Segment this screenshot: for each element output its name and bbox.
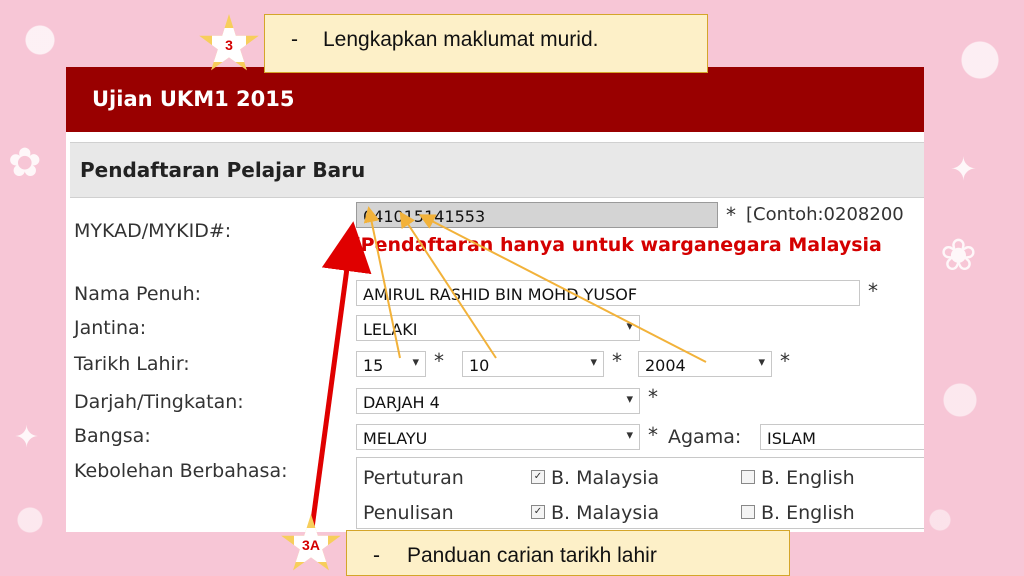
step-3-text: Lengkapkan maklumat murid. <box>323 28 599 51</box>
year-required-marker: * <box>780 349 790 373</box>
step-3-dash: - <box>291 28 298 51</box>
step-3-badge-label: 3 <box>212 28 246 62</box>
registration-window: Ujian UKM1 2015 Pendaftaran Pelajar Baru… <box>66 67 924 532</box>
step-3-callout: - Lengkapkan maklumat murid. <box>264 14 708 73</box>
bangsa-label: Bangsa: <box>74 425 151 447</box>
citizenship-warning: [Pendaftaran hanya untuk warganegara Mal… <box>352 234 882 256</box>
mykad-input[interactable]: 041015141553 <box>356 202 718 228</box>
step-3a-text: Panduan carian tarikh lahir <box>407 544 657 567</box>
section-title: Pendaftaran Pelajar Baru <box>80 158 366 182</box>
jantina-select[interactable]: LELAKI <box>356 315 640 341</box>
month-select[interactable]: 10 <box>462 351 604 377</box>
darjah-required-marker: * <box>648 385 658 409</box>
jantina-label: Jantina: <box>74 317 147 339</box>
pertuturan-malay-label: B. Malaysia <box>551 467 660 489</box>
nama-required-marker: * <box>868 279 878 303</box>
nama-input[interactable]: AMIRUL RASHID BIN MOHD YUSOF <box>356 280 860 306</box>
mykad-required-marker: * <box>726 203 736 227</box>
step-3a-badge-label: 3A <box>294 528 328 562</box>
day-select[interactable]: 15 <box>356 351 426 377</box>
penulisan-malay-checkbox[interactable]: ✓ <box>531 505 545 519</box>
nama-label: Nama Penuh: <box>74 283 202 305</box>
flower-decoration-icon: ✿ <box>8 140 42 186</box>
app-header: Ujian UKM1 2015 <box>66 67 924 132</box>
pertuturan-english-label: B. English <box>761 467 855 489</box>
flower-decoration-icon: ❀ <box>940 230 977 281</box>
star-decoration-icon: ✦ <box>950 150 977 188</box>
mykad-example-hint: [Contoh:0208200 <box>746 204 904 225</box>
agama-input[interactable]: ISLAM <box>760 424 924 450</box>
tarikh-label: Tarikh Lahir: <box>74 353 190 375</box>
bangsa-required-marker: * <box>648 423 658 447</box>
darjah-label: Darjah/Tingkatan: <box>74 391 244 413</box>
month-required-marker: * <box>612 349 622 373</box>
penulisan-english-label: B. English <box>761 502 855 524</box>
mykad-label: MYKAD/MYKID#: <box>74 220 232 242</box>
bahasa-label: Kebolehan Berbahasa: <box>74 460 288 482</box>
language-ability-box: Pertuturan ✓ B. Malaysia B. English Penu… <box>356 457 924 529</box>
star-decoration-icon: ✦ <box>14 420 40 455</box>
pertuturan-label: Pertuturan <box>363 467 464 489</box>
pertuturan-english-checkbox[interactable] <box>741 470 755 484</box>
year-select[interactable]: 2004 <box>638 351 772 377</box>
step-3a-callout: - Panduan carian tarikh lahir <box>346 530 790 576</box>
penulisan-label: Penulisan <box>363 502 454 524</box>
pertuturan-malay-checkbox[interactable]: ✓ <box>531 470 545 484</box>
darjah-select[interactable]: DARJAH 4 <box>356 388 640 414</box>
bangsa-select[interactable]: MELAYU <box>356 424 640 450</box>
step-3a-dash: - <box>373 544 380 567</box>
section-header: Pendaftaran Pelajar Baru <box>70 142 924 198</box>
agama-label: Agama: <box>668 426 742 448</box>
day-required-marker: * <box>434 349 444 373</box>
penulisan-malay-label: B. Malaysia <box>551 502 660 524</box>
app-title: Ujian UKM1 2015 <box>92 87 295 111</box>
penulisan-english-checkbox[interactable] <box>741 505 755 519</box>
